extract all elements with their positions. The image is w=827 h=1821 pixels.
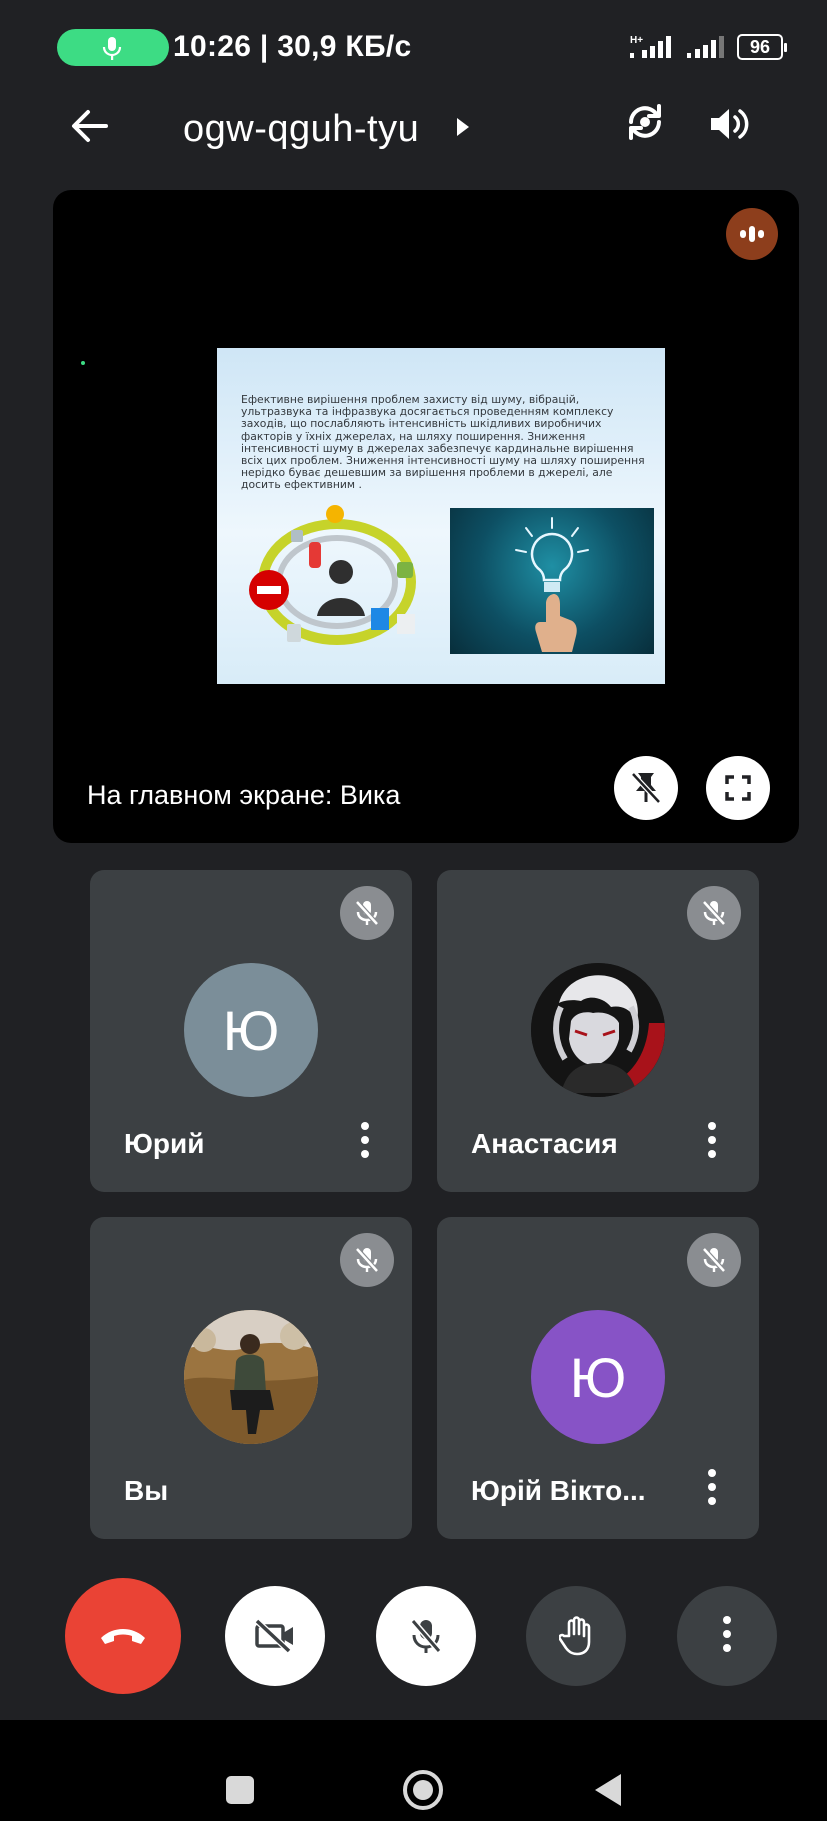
participant-tile[interactable]: Ю Юрій Вікто... — [437, 1217, 759, 1539]
camera-off-icon — [254, 1618, 293, 1654]
participant-options-icon[interactable] — [707, 1122, 717, 1162]
cursor-dot — [81, 361, 85, 365]
main-presentation-tile[interactable]: Ефективне вирішення проблем захисту від … — [53, 190, 799, 843]
speaker-icon[interactable] — [707, 105, 751, 143]
end-call-button[interactable] — [65, 1578, 181, 1694]
battery-level: 96 — [749, 37, 771, 57]
svg-text:H+: H+ — [630, 35, 643, 46]
back-arrow-icon[interactable] — [70, 107, 110, 145]
muted-mic-icon — [687, 1233, 741, 1287]
participant-name: Юрій Вікто... — [471, 1475, 646, 1506]
raise-hand-button[interactable] — [526, 1586, 626, 1686]
unpin-icon — [631, 772, 661, 804]
participant-name: Юрий — [124, 1128, 205, 1159]
participant-tile[interactable]: Вы — [90, 1217, 412, 1539]
end-call-icon — [101, 1629, 145, 1644]
slide-text: Ефективне вирішення проблем захисту від … — [241, 393, 645, 492]
meeting-code[interactable]: ogw-qguh-tyu — [183, 108, 419, 151]
status-time: 10:26 | 30,9 КБ/с — [173, 30, 412, 63]
muted-mic-icon — [687, 886, 741, 940]
switch-camera-icon[interactable] — [623, 100, 667, 144]
mic-active-indicator[interactable] — [57, 29, 169, 66]
participant-name: Вы — [124, 1475, 169, 1506]
avatar-initial: Ю — [222, 998, 280, 1062]
avatar — [184, 1310, 318, 1444]
muted-mic-icon — [340, 1233, 394, 1287]
recents-button[interactable] — [226, 1776, 254, 1804]
avatar — [531, 963, 665, 1097]
avatar: Ю — [184, 963, 318, 1097]
camera-toggle-button[interactable] — [225, 1586, 325, 1686]
mic-icon — [102, 37, 122, 60]
participant-tile[interactable]: Анастасия — [437, 870, 759, 1192]
mic-off-icon — [410, 1619, 442, 1653]
participant-options-icon[interactable] — [360, 1122, 370, 1162]
more-options-button[interactable] — [677, 1586, 777, 1686]
participant-tile[interactable]: Ю Юрий — [90, 870, 412, 1192]
fullscreen-icon — [725, 775, 751, 801]
participant-options-icon[interactable] — [707, 1469, 717, 1509]
participant-name: Анастасия — [471, 1128, 618, 1159]
signal-strength-2-icon — [687, 36, 724, 58]
safety-illustration — [249, 505, 416, 645]
speaking-indicator-icon — [726, 208, 778, 260]
home-button[interactable] — [403, 1770, 443, 1810]
fullscreen-button[interactable] — [706, 756, 770, 820]
caret-right-icon[interactable] — [455, 116, 471, 138]
status-bar: 10:26 | 30,9 КБ/с H+ 96 — [0, 0, 827, 100]
battery-icon: 96 — [737, 34, 787, 60]
signal-strength-icon: H+ — [630, 35, 671, 58]
unpin-button[interactable] — [614, 756, 678, 820]
avatar: Ю — [531, 1310, 665, 1444]
back-nav-button[interactable] — [593, 1772, 623, 1808]
raise-hand-icon — [559, 1616, 591, 1656]
avatar-initial: Ю — [569, 1345, 627, 1409]
system-navigation-bar — [0, 1720, 827, 1821]
lightbulb-illustration — [450, 508, 654, 654]
mic-toggle-button[interactable] — [376, 1586, 476, 1686]
muted-mic-icon — [340, 886, 394, 940]
more-options-icon — [722, 1616, 732, 1656]
shared-slide: Ефективне вирішення проблем захисту від … — [217, 348, 665, 684]
presenter-label: На главном экране: Вика — [87, 780, 401, 810]
